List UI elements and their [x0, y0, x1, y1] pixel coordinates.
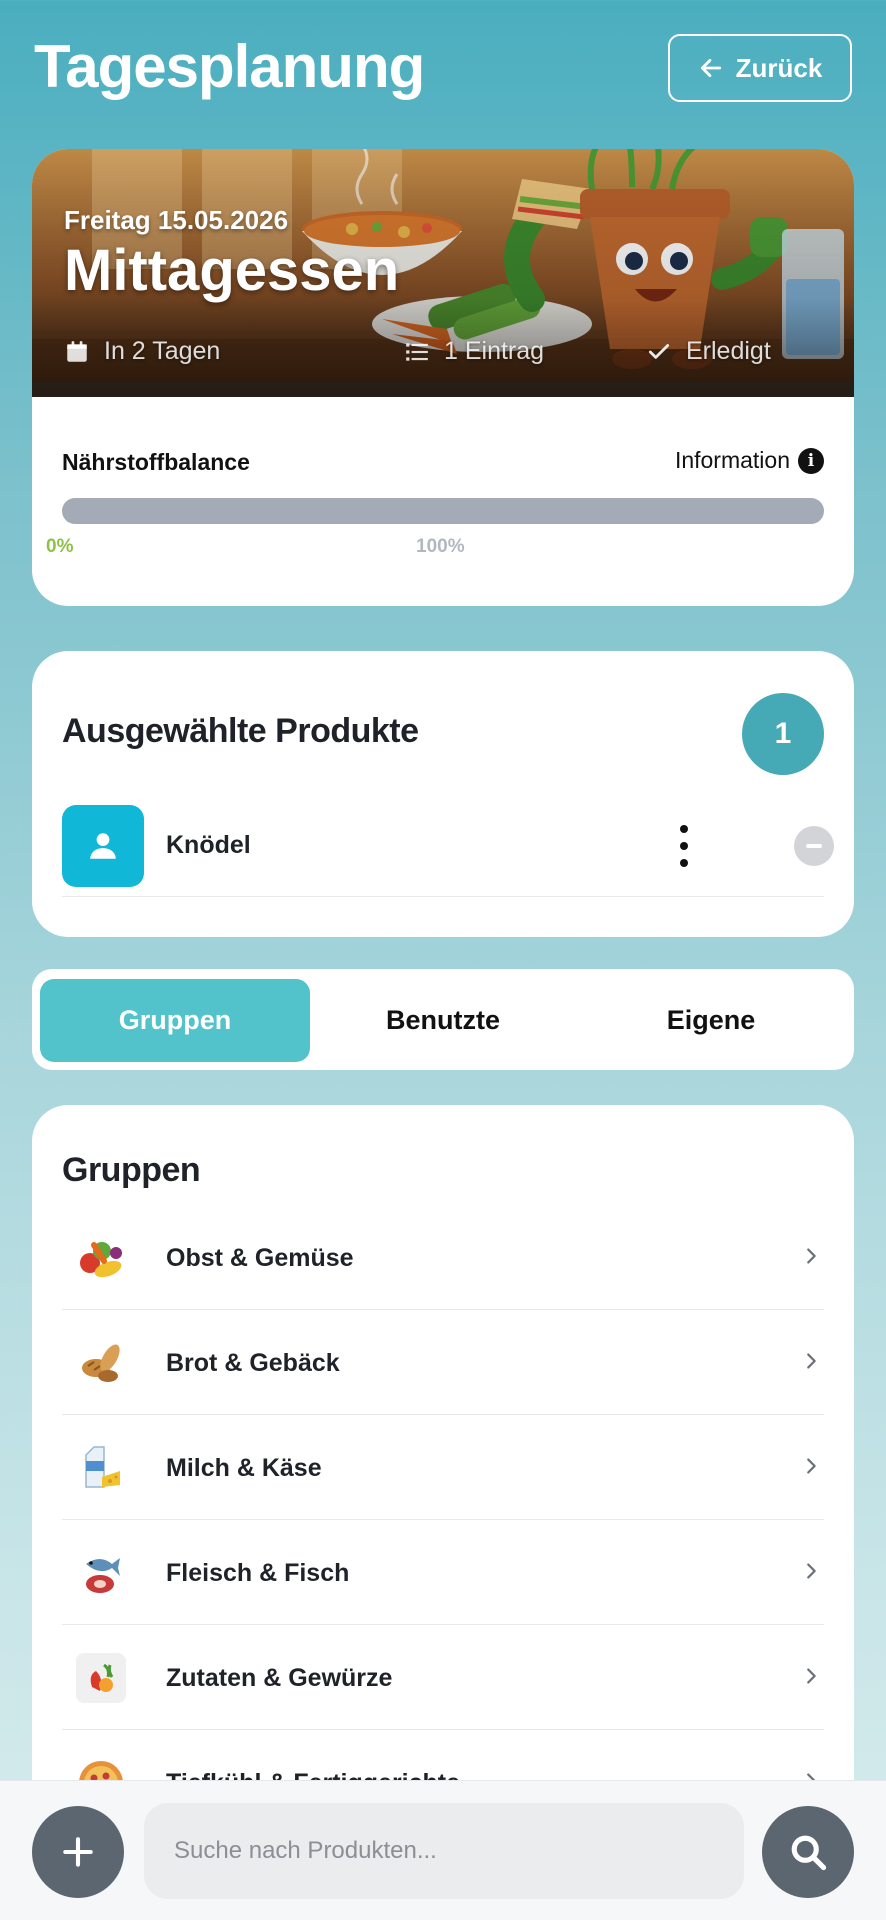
chevron-right-icon: [807, 1668, 816, 1684]
search-button[interactable]: [762, 1806, 854, 1898]
nutrient-balance-label: Nährstoffbalance: [62, 449, 250, 475]
status-label: Erledigt: [686, 337, 771, 365]
meal-date: Freitag 15.05.2026: [64, 205, 289, 235]
product-name: Knödel: [166, 831, 251, 859]
days-until-label: In 2 Tagen: [104, 337, 221, 365]
group-list: Obst & Gemüse Brot & Gebäck Milch & Käse…: [62, 1205, 824, 1835]
days-until: In 2 Tagen: [64, 337, 220, 366]
plus-icon: [63, 1837, 93, 1867]
group-label: Fleisch & Fisch: [166, 1559, 350, 1587]
check-icon: [648, 343, 670, 359]
list-icon: [406, 342, 428, 361]
header: Tagesplanung Zurück: [34, 28, 852, 108]
tab-benutzte[interactable]: Benutzte: [308, 979, 578, 1062]
tab-eigene[interactable]: Eigene: [576, 979, 846, 1062]
info-icon: i: [798, 447, 824, 474]
more-vertical-icon[interactable]: [674, 821, 694, 871]
selected-products-card: Ausgewählte Produkte 1 Knödel: [32, 651, 854, 937]
arrow-left-icon: [700, 59, 721, 77]
group-item-obst-gemuese[interactable]: Obst & Gemüse: [62, 1205, 824, 1310]
meal-card: Freitag 15.05.2026 Mittagessen In 2 Tage…: [32, 149, 854, 606]
selected-count-badge: 1: [742, 693, 824, 775]
person-icon: [90, 833, 116, 859]
milk-cheese-icon: [74, 1441, 128, 1495]
entry-count-label: 1 Eintrag: [444, 337, 545, 365]
groups-title: Gruppen: [62, 1151, 201, 1189]
search-input[interactable]: [144, 1803, 744, 1899]
status: Erledigt: [646, 337, 771, 366]
meal-title: Mittagessen: [64, 238, 400, 303]
bread-icon: [74, 1336, 128, 1390]
group-label: Obst & Gemüse: [166, 1244, 354, 1272]
calendar-icon: [67, 340, 87, 362]
chevron-right-icon: [807, 1458, 816, 1474]
meat-fish-icon: [74, 1546, 128, 1600]
bottom-bar: [0, 1780, 886, 1920]
tab-gruppen[interactable]: Gruppen: [40, 979, 310, 1062]
chevron-right-icon: [807, 1353, 816, 1369]
product-row[interactable]: Knödel: [62, 805, 834, 897]
group-label: Brot & Gebäck: [166, 1349, 340, 1377]
nutrient-progress-bar: [62, 498, 824, 524]
spices-icon: [74, 1651, 128, 1705]
group-item-zutaten-gewuerze[interactable]: Zutaten & Gewürze: [62, 1625, 824, 1730]
search-icon: [791, 1835, 827, 1871]
chevron-right-icon: [807, 1563, 816, 1579]
fruit-vegetable-icon: [74, 1231, 128, 1285]
minus-icon: [806, 844, 822, 848]
group-label: Milch & Käse: [166, 1454, 322, 1482]
page-title: Tagesplanung: [34, 33, 425, 100]
chevron-right-icon: [807, 1248, 816, 1264]
group-item-milch-kaese[interactable]: Milch & Käse: [62, 1415, 824, 1520]
information-label: Information: [674, 447, 790, 473]
group-item-fleisch-fisch[interactable]: Fleisch & Fisch: [62, 1520, 824, 1625]
information-button[interactable]: Information i: [675, 447, 824, 474]
tab-bar: Gruppen Benutzte Eigene: [32, 969, 854, 1070]
group-item-brot-gebaeck[interactable]: Brot & Gebäck: [62, 1310, 824, 1415]
back-button[interactable]: Zurück: [668, 34, 852, 102]
selected-products-title: Ausgewählte Produkte: [62, 712, 419, 750]
add-button[interactable]: [32, 1806, 124, 1898]
progress-min-label: 0%: [46, 536, 74, 557]
remove-product-button[interactable]: [794, 826, 834, 866]
product-avatar: [62, 805, 144, 887]
entry-count: 1 Eintrag: [404, 337, 544, 366]
meal-banner-image: Freitag 15.05.2026 Mittagessen In 2 Tage…: [32, 149, 854, 397]
group-label: Zutaten & Gewürze: [166, 1664, 393, 1692]
back-button-label: Zurück: [735, 52, 823, 83]
progress-max-label: 100%: [416, 536, 465, 557]
